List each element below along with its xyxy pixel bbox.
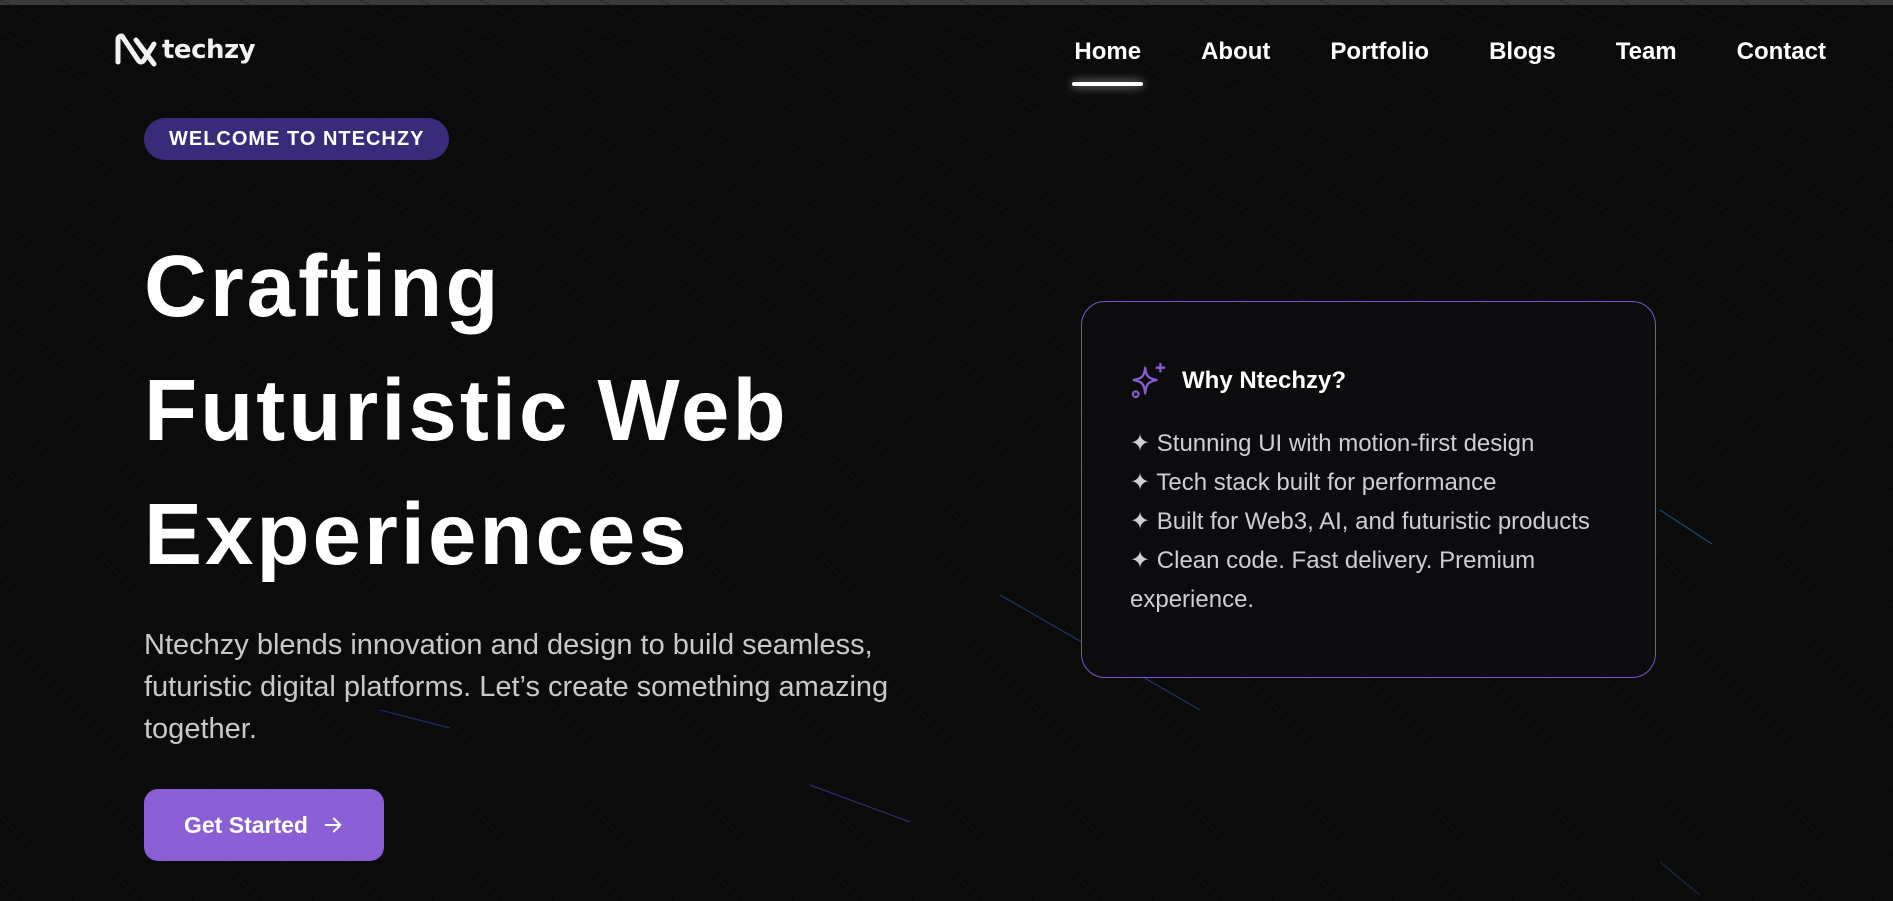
feature-item: ✦ Clean code. Fast delivery. Premium exp… [1130, 547, 1536, 613]
background-line [0, 752, 141, 901]
background-line [0, 814, 81, 901]
get-started-label: Get Started [184, 811, 308, 838]
ntechzy-logo-icon [115, 33, 157, 67]
hero-headline: Crafting Futuristic Web Experiences [144, 225, 1044, 597]
sparkle-icon [1131, 362, 1166, 399]
background-line [0, 878, 21, 901]
feature-list: ✦ Stunning UI with motion-first design ✦… [1130, 424, 1620, 619]
nav-item-contact[interactable]: Contact [1737, 38, 1826, 66]
nav-item-about[interactable]: About [1201, 38, 1270, 66]
hero-description: Ntechzy blends innovation and design to … [144, 629, 889, 745]
card-title: Why Ntechzy? [1182, 367, 1347, 394]
background-line [1619, 0, 1893, 162]
background-line [1679, 0, 1893, 123]
brand-name: techzy [162, 35, 256, 65]
headline-line-1: Crafting [144, 238, 502, 335]
nav-links: Home About Portfolio Blogs Team Contact [1072, 38, 1826, 86]
nav-item-blogs[interactable]: Blogs [1489, 38, 1556, 66]
feature-item: ✦ Built for Web3, AI, and futuristic pro… [1130, 508, 1590, 535]
top-navigation: techzy Home About Portfolio Blogs Team C… [0, 5, 1893, 100]
why-ntechzy-card: Why Ntechzy? ✦ Stunning UI with motion-f… [1081, 301, 1656, 678]
feature-item: ✦ Stunning UI with motion-first design [1130, 430, 1535, 457]
feature-item: ✦ Tech stack built for performance [1130, 469, 1497, 496]
background-line [1799, 0, 1893, 51]
get-started-button[interactable]: Get Started [144, 789, 384, 861]
nav-item-home[interactable]: Home [1072, 38, 1143, 86]
headline-line-3: Experiences [144, 486, 690, 583]
background-line [1859, 0, 1893, 18]
nav-item-team[interactable]: Team [1616, 38, 1677, 66]
arrow-right-icon [324, 817, 342, 833]
welcome-badge: WELCOME TO NTECHZY [144, 118, 450, 160]
brand-logo[interactable]: techzy [114, 32, 256, 68]
card-header: Why Ntechzy? [1130, 362, 1346, 400]
background-line [1739, 0, 1893, 86]
headline-line-2: Futuristic Web [144, 362, 789, 459]
nav-item-portfolio[interactable]: Portfolio [1330, 38, 1429, 66]
